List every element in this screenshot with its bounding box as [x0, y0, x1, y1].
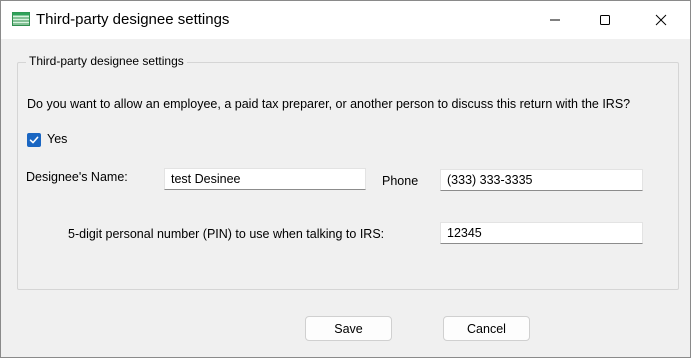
- designee-name-label: Designee's Name:: [26, 170, 128, 184]
- dialog-window: Third-party designee settings Third-part…: [0, 0, 691, 358]
- dialog-body: Third-party designee settings Do you wan…: [1, 39, 690, 357]
- phone-label: Phone: [382, 174, 419, 188]
- pin-label: 5-digit personal number (PIN) to use whe…: [68, 227, 385, 241]
- allow-yes-label[interactable]: Yes: [47, 132, 67, 146]
- save-button[interactable]: Save: [305, 316, 392, 341]
- close-button[interactable]: [636, 1, 686, 39]
- maximize-button[interactable]: [580, 1, 630, 39]
- title-bar[interactable]: Third-party designee settings: [1, 1, 690, 39]
- minimize-icon: [549, 14, 561, 26]
- maximize-icon: [599, 14, 611, 26]
- minimize-button[interactable]: [530, 1, 580, 39]
- groupbox-legend: Third-party designee settings: [26, 54, 187, 68]
- pin-field[interactable]: [440, 222, 643, 244]
- allow-question-text: Do you want to allow an employee, a paid…: [27, 97, 631, 111]
- allow-yes-checkbox[interactable]: [27, 133, 41, 147]
- close-icon: [655, 14, 667, 26]
- window-title: Third-party designee settings: [36, 11, 230, 28]
- phone-field[interactable]: [440, 169, 643, 191]
- designee-name-field[interactable]: [164, 168, 366, 190]
- cancel-button[interactable]: Cancel: [443, 316, 530, 341]
- app-icon: [12, 12, 30, 26]
